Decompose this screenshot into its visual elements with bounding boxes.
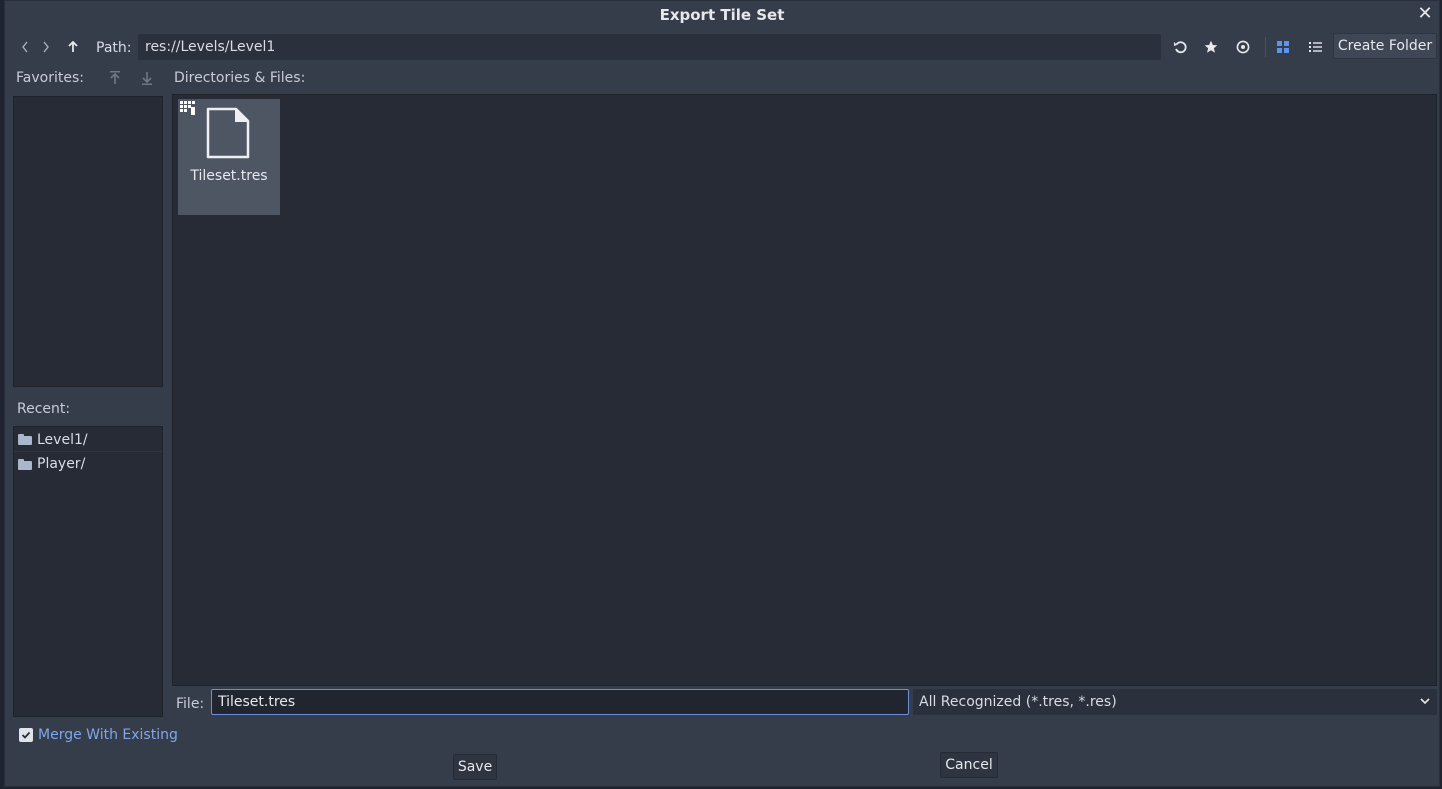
folder-icon bbox=[18, 434, 32, 445]
recent-item-level1[interactable]: Level1/ bbox=[14, 428, 162, 452]
path-input[interactable] bbox=[138, 34, 1161, 60]
chevron-down-icon bbox=[1420, 698, 1430, 705]
merge-with-existing-checkbox[interactable]: Merge With Existing bbox=[19, 725, 178, 745]
folder-icon bbox=[18, 458, 32, 470]
move-down-icon bbox=[142, 72, 152, 85]
eye-icon bbox=[1236, 40, 1250, 54]
chevron-right-icon bbox=[43, 41, 49, 53]
favorites-list[interactable] bbox=[13, 96, 163, 387]
recent-item-player[interactable]: Player/ bbox=[14, 452, 162, 476]
recent-list: Level1/ Player/ bbox=[13, 426, 163, 717]
file-name: Tileset.tres bbox=[190, 168, 268, 184]
recent-item-label: Player/ bbox=[37, 456, 86, 472]
create-folder-button[interactable]: Create Folder bbox=[1333, 33, 1437, 59]
file-filter-select[interactable]: All Recognized (*.tres, *.res) bbox=[913, 689, 1437, 715]
favorites-label: Favorites: bbox=[16, 70, 84, 86]
list-view-icon bbox=[1308, 42, 1322, 52]
parent-folder-button[interactable] bbox=[64, 36, 82, 58]
merge-with-existing-label: Merge With Existing bbox=[38, 727, 178, 743]
file-filter-value: All Recognized (*.tres, *.res) bbox=[919, 694, 1117, 710]
chevron-left-icon bbox=[22, 41, 28, 53]
move-favorite-down-button[interactable] bbox=[138, 67, 156, 89]
recent-item-label: Level1/ bbox=[37, 431, 88, 448]
file-icon bbox=[206, 107, 250, 159]
files-panel: Tileset.tres bbox=[172, 94, 1437, 686]
close-icon: ✕ bbox=[1417, 2, 1433, 24]
export-tile-set-dialog: Export Tile Set ✕ Path: res://Levels/Lev… bbox=[4, 0, 1440, 787]
cancel-button[interactable]: Cancel bbox=[940, 752, 998, 778]
toolbar-separator bbox=[1265, 37, 1266, 57]
title-bar: Export Tile Set ✕ bbox=[5, 1, 1439, 29]
refresh-icon bbox=[1174, 41, 1187, 54]
file-label: File: bbox=[176, 696, 205, 712]
directories-files-label: Directories & Files: bbox=[174, 70, 306, 86]
move-up-icon bbox=[110, 71, 120, 84]
thumbnail-view-button[interactable] bbox=[1271, 35, 1295, 59]
move-favorite-up-button[interactable] bbox=[106, 67, 124, 89]
list-view-button[interactable] bbox=[1303, 35, 1327, 59]
file-item-tileset[interactable]: Tileset.tres bbox=[178, 99, 280, 215]
back-button[interactable] bbox=[16, 36, 34, 58]
path-label: Path: bbox=[96, 40, 132, 56]
toggle-hidden-files-button[interactable] bbox=[1231, 35, 1255, 59]
star-icon bbox=[1204, 40, 1218, 53]
grid-view-icon bbox=[1277, 41, 1289, 53]
forward-button[interactable] bbox=[37, 36, 55, 58]
dialog-title: Export Tile Set bbox=[659, 6, 785, 24]
tileset-icon bbox=[180, 101, 195, 115]
add-favorite-button[interactable] bbox=[1199, 35, 1223, 59]
refresh-button[interactable] bbox=[1168, 35, 1192, 59]
checkmark-icon bbox=[21, 731, 31, 739]
file-name-input[interactable] bbox=[211, 689, 909, 715]
close-button[interactable]: ✕ bbox=[1415, 2, 1435, 24]
arrow-up-icon bbox=[68, 41, 78, 52]
save-button[interactable]: Save bbox=[453, 754, 497, 780]
recent-label: Recent: bbox=[17, 401, 71, 417]
checkbox-box bbox=[19, 728, 33, 742]
toolbar: Path: Create Folder bbox=[5, 33, 1439, 61]
